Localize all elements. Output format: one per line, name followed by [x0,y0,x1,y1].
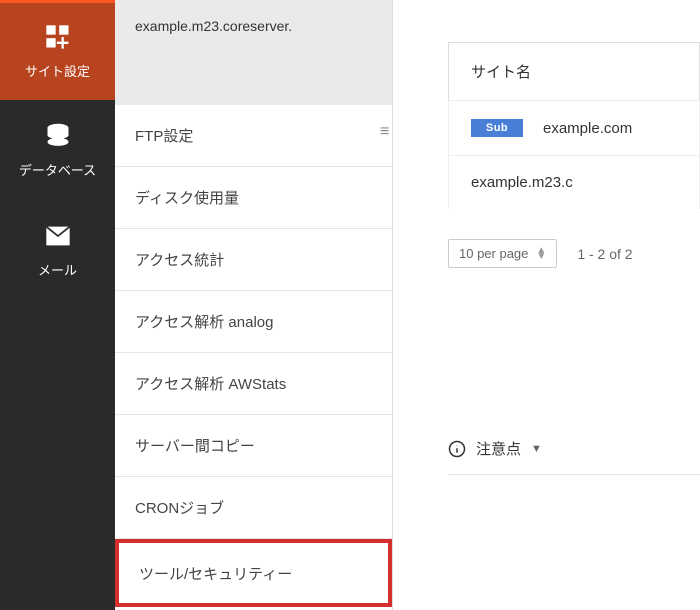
pagination-count: 1 - 2 of 2 [577,246,632,262]
sidebar: サイト設定 データベース メール [0,0,115,610]
notice-toggle[interactable]: 注意点 ▼ [448,438,700,475]
submenu-item-tools-security[interactable]: ツール/セキュリティー [115,539,392,607]
pagination-controls: 10 per page ▲▼ 1 - 2 of 2 [448,239,700,268]
submenu-item-cron[interactable]: CRONジョブ [115,477,392,539]
submenu: example.m23.coreserver. FTP設定 ディスク使用量 アク… [115,0,393,610]
submenu-item-analog[interactable]: アクセス解析 analog [115,291,392,353]
badge-sub: Sub [471,119,523,137]
mail-icon [44,222,72,250]
submenu-item-disk-usage[interactable]: ディスク使用量 [115,167,392,229]
submenu-item-ftp[interactable]: FTP設定 [115,105,392,167]
sidebar-item-label: サイト設定 [25,61,90,80]
per-page-select[interactable]: 10 per page ▲▼ [448,239,557,268]
drag-handle-icon[interactable]: ≡ [380,130,389,134]
submenu-item-access-stats[interactable]: アクセス統計 [115,229,392,291]
table-header-site-name: サイト名 [448,42,700,100]
database-icon [44,122,72,150]
sort-icon: ▲▼ [536,248,546,260]
table-row[interactable]: Sub example.com [448,100,700,155]
info-icon [448,440,466,458]
main-content: サイト名 Sub example.com Main example.m23.c … [393,0,700,610]
sidebar-item-site-settings[interactable]: サイト設定 [0,0,115,100]
submenu-header: example.m23.coreserver. [115,0,392,105]
sidebar-item-label: メール [38,260,77,279]
grid-plus-icon [44,23,72,51]
sidebar-item-mail[interactable]: メール [0,200,115,300]
sidebar-item-database[interactable]: データベース [0,100,115,200]
domain-name: example.m23.c [471,174,573,191]
domain-name: example.com [543,120,632,137]
chevron-down-icon: ▼ [531,443,542,455]
sidebar-item-label: データベース [19,160,96,179]
submenu-item-awstats[interactable]: アクセス解析 AWStats [115,353,392,415]
table-row[interactable]: Main example.m23.c [448,155,700,209]
submenu-item-server-copy[interactable]: サーバー間コピー [115,415,392,477]
